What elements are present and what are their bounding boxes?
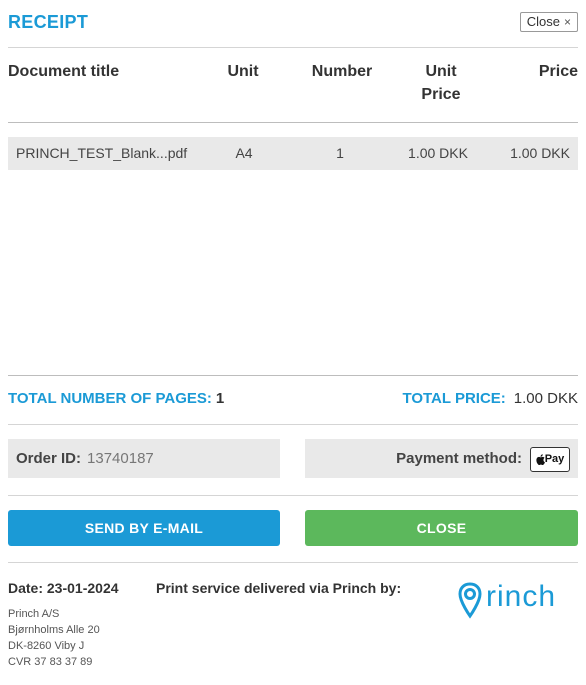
column-header-document-title: Document title	[8, 63, 120, 80]
divider	[8, 495, 578, 496]
row-price: 1.00 DKK	[510, 145, 570, 161]
payment-method-label: Payment method:	[396, 450, 522, 467]
table-header-divider	[8, 122, 578, 123]
unit-price-line-2: Price	[421, 86, 461, 103]
column-header-number: Number	[311, 63, 373, 80]
column-header-unit: Unit	[227, 63, 259, 80]
close-button[interactable]: CLOSE	[305, 510, 578, 546]
column-header-price: Price	[538, 63, 578, 80]
apple-pay-text: Pay	[544, 452, 565, 465]
close-dialog-label: Close	[526, 14, 560, 29]
total-price-label: TOTAL PRICE:	[402, 390, 506, 407]
totals-top-divider	[8, 375, 578, 376]
apple-pay-badge: Pay	[530, 446, 570, 472]
close-icon: ×	[563, 15, 571, 29]
receipt-header: RECEIPT Close ×	[8, 12, 578, 38]
send-by-email-button[interactable]: SEND BY E-MAIL	[8, 510, 280, 546]
princh-logo-text: rinch	[486, 580, 556, 613]
order-id-box: Order ID: 13740187	[8, 439, 280, 478]
total-pages-value: 1	[215, 390, 225, 407]
total-pages-label: TOTAL NUMBER OF PAGES:	[8, 390, 212, 407]
total-price: TOTAL PRICE: 1.00 DKK	[402, 388, 578, 410]
divider	[8, 47, 578, 48]
row-unit: A4	[235, 145, 253, 161]
unit-price-line-1: Unit	[425, 63, 457, 80]
delivered-via-text: Print service delivered via Princh by:	[156, 580, 402, 596]
address-line: DK-8260 Viby J	[8, 640, 85, 652]
order-id-label: Order ID:	[16, 450, 82, 467]
address-line: Bjørnholms Alle 20	[8, 624, 100, 636]
receipt-date: Date: 23-01-2024	[8, 580, 119, 596]
company-address: Princh A/S Bjørnholms Alle 20 DK-8260 Vi…	[8, 606, 100, 670]
total-price-value: 1.00 DKK	[513, 390, 578, 407]
order-id-value: 13740187	[87, 450, 154, 467]
total-pages: TOTAL NUMBER OF PAGES: 1	[8, 388, 224, 410]
divider	[8, 424, 578, 425]
row-document-title: PRINCH_TEST_Blank...pdf	[16, 145, 188, 161]
column-header-unit-price: Unit Price	[405, 60, 477, 106]
apple-icon	[536, 453, 545, 465]
table-row: PRINCH_TEST_Blank...pdf A4 1 1.00 DKK 1.…	[8, 137, 578, 170]
divider	[8, 562, 578, 563]
address-line: CVR 37 83 37 89	[8, 656, 93, 668]
row-unit-price: 1.00 DKK	[408, 145, 468, 161]
payment-method-box: Payment method: Pay	[305, 439, 578, 478]
receipt-title: RECEIPT	[8, 12, 89, 32]
close-dialog-button[interactable]: Close ×	[519, 12, 578, 32]
address-line: Princh A/S	[8, 608, 60, 620]
princh-logo: rinch	[458, 578, 574, 627]
row-number: 1	[336, 145, 344, 161]
princh-logo-graphic: rinch	[458, 580, 556, 619]
